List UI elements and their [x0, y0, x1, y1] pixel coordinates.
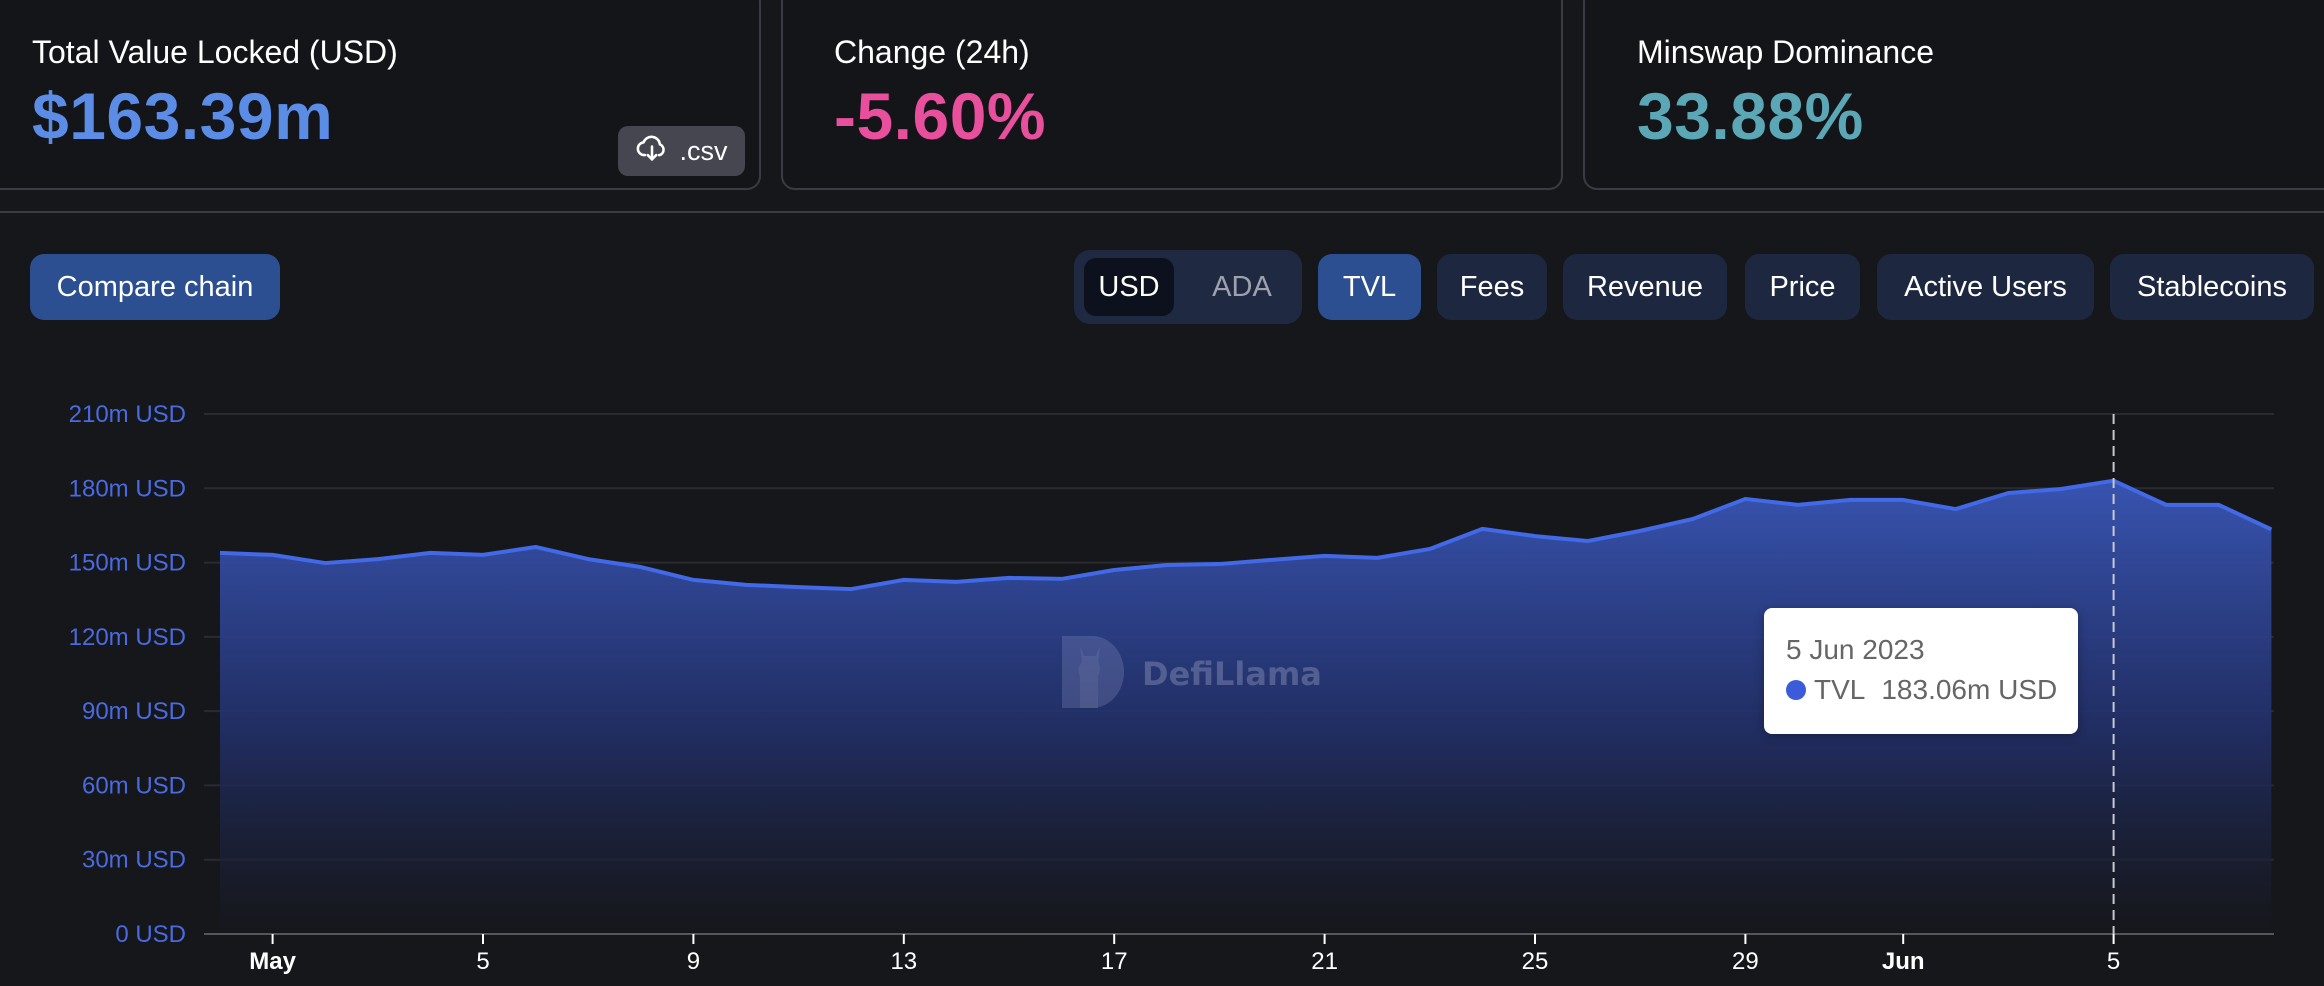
y-tick-label: 180m USD: [69, 475, 186, 502]
y-tick-label: 90m USD: [82, 698, 186, 725]
tvl-card: Total Value Locked (USD) $163.39m .csv: [0, 0, 761, 190]
dominance-value: 33.88%: [1637, 79, 1864, 153]
currency-toggle: USD ADA: [1074, 250, 1302, 324]
metric-tvl-button[interactable]: TVL: [1318, 254, 1421, 320]
change-label: Change (24h): [834, 34, 1030, 70]
x-tick-label: May: [249, 948, 296, 975]
x-tick-label: 17: [1101, 948, 1128, 975]
dominance-label: Minswap Dominance: [1637, 34, 1935, 70]
y-tick-label: 30m USD: [82, 847, 186, 874]
metric-price-button[interactable]: Price: [1745, 254, 1860, 320]
currency-usd-option[interactable]: USD: [1084, 258, 1174, 316]
tooltip-row: TVL 183.06m USD: [1786, 674, 2057, 706]
x-tick-label: 5: [476, 948, 489, 975]
dominance-card: Minswap Dominance 33.88%: [1583, 0, 2324, 190]
tvl-value: $163.39m: [32, 79, 334, 153]
currency-ada-option[interactable]: ADA: [1192, 258, 1292, 316]
metric-fees-button[interactable]: Fees: [1437, 254, 1547, 320]
x-tick-label: Jun: [1882, 948, 1925, 975]
y-tick-label: 60m USD: [82, 772, 186, 799]
section-divider: [0, 211, 2324, 213]
x-tick-label: 5: [2107, 948, 2120, 975]
download-csv-button[interactable]: .csv: [618, 126, 745, 176]
y-tick-label: 210m USD: [69, 401, 186, 428]
cloud-download-icon: [635, 131, 669, 172]
change-value: -5.60%: [834, 79, 1047, 153]
y-tick-label: 150m USD: [69, 550, 186, 577]
metric-active-users-button[interactable]: Active Users: [1877, 254, 2094, 320]
y-tick-label: 0 USD: [115, 921, 186, 948]
y-tick-label: 120m USD: [69, 624, 186, 651]
x-tick-label: 13: [890, 948, 917, 975]
metric-stablecoins-button[interactable]: Stablecoins: [2110, 254, 2314, 320]
csv-label: .csv: [679, 135, 728, 166]
llama-logo-icon: [1058, 632, 1128, 717]
tooltip-date: 5 Jun 2023: [1786, 634, 1925, 665]
stats-row: Total Value Locked (USD) $163.39m .csv C…: [0, 0, 2324, 192]
x-tick-label: 25: [1522, 948, 1549, 975]
defillama-watermark: DefiLlama: [1058, 632, 1322, 717]
watermark-text: DefiLlama: [1142, 655, 1322, 693]
metric-revenue-button[interactable]: Revenue: [1563, 254, 1727, 320]
x-tick-label: 9: [687, 948, 700, 975]
chart-toolbar: Compare chain USD ADA TVL Fees Revenue P…: [0, 250, 2324, 324]
tooltip-series-name: TVL: [1814, 674, 1866, 705]
x-tick-label: 21: [1311, 948, 1338, 975]
x-tick-label: 29: [1732, 948, 1759, 975]
tvl-label: Total Value Locked (USD): [32, 34, 398, 70]
tooltip-value: 183.06m USD: [1881, 674, 2058, 705]
series-dot-icon: [1786, 680, 1806, 700]
chart-tooltip: 5 Jun 2023 TVL 183.06m USD: [1764, 608, 2078, 734]
compare-chain-button[interactable]: Compare chain: [30, 254, 280, 320]
change-card: Change (24h) -5.60%: [781, 0, 1563, 190]
